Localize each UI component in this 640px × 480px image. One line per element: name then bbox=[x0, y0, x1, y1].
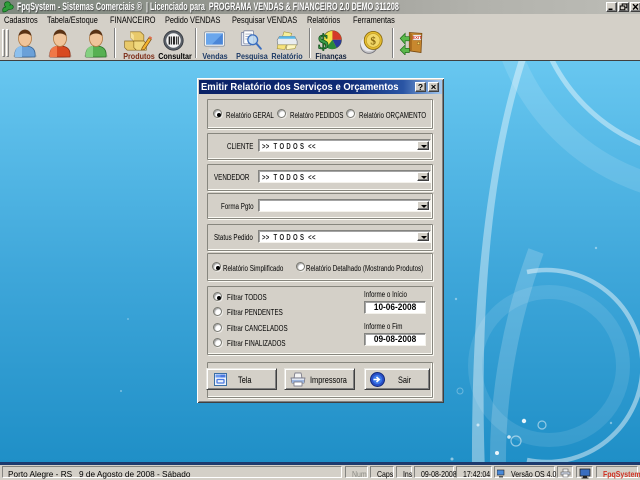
svg-text:$: $ bbox=[370, 36, 376, 48]
svg-text:$: $ bbox=[318, 30, 329, 53]
svg-text:EXIT: EXIT bbox=[412, 35, 422, 40]
